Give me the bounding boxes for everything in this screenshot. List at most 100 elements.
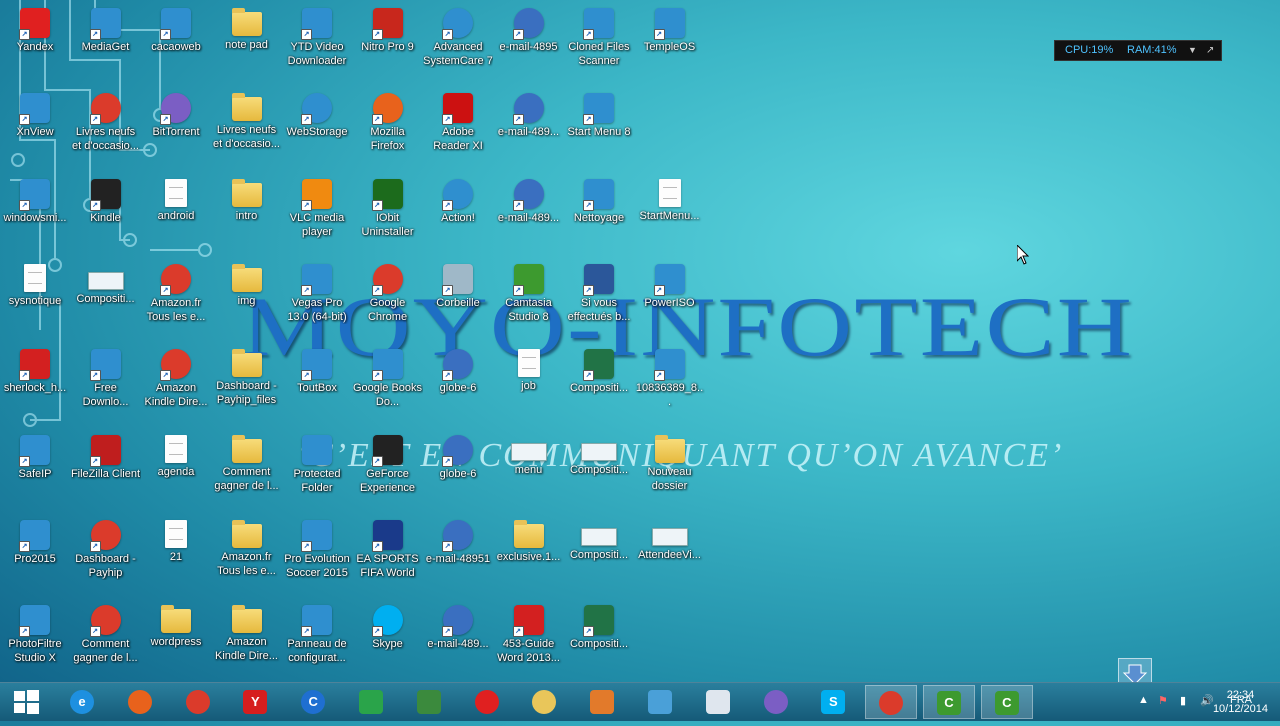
desktop-icon[interactable]: Nouveau dossier	[635, 431, 705, 513]
taskbar-app-button[interactable]	[692, 685, 744, 719]
desktop-icon[interactable]: Amazon.fr Tous les e...	[212, 516, 282, 598]
desktop-icon[interactable]: ↗ Mozilla Firefox	[353, 89, 423, 171]
taskbar-app-button[interactable]	[518, 685, 570, 719]
desktop-icon[interactable]: intro	[212, 175, 282, 257]
desktop-icon[interactable]: ↗ e-mail-48951	[423, 516, 493, 598]
desktop-icon[interactable]: ↗ e-mail-489...	[494, 89, 564, 171]
desktop-icon[interactable]: menu	[494, 431, 564, 513]
desktop-icon[interactable]: note pad	[212, 4, 282, 86]
desktop-icon[interactable]: ↗ Cloned Files Scanner	[564, 4, 634, 86]
desktop-icon[interactable]: ↗ MediaGet	[71, 4, 141, 86]
desktop-icon[interactable]: Protected Folder	[282, 431, 352, 513]
desktop-icon[interactable]: ↗ globe-6	[423, 431, 493, 513]
desktop-icon[interactable]: Compositi...	[564, 431, 634, 513]
desktop-icon[interactable]: ↗ PhotoFiltre Studio X	[0, 601, 70, 682]
desktop-icon[interactable]: ↗ cacaoweb	[141, 4, 211, 86]
desktop-icon[interactable]: ↗ Kindle	[71, 175, 141, 257]
desktop-icon[interactable]: ↗ TempleOS	[635, 4, 705, 86]
clock[interactable]: 22:34 10/12/2014	[1213, 688, 1268, 716]
desktop-icon[interactable]: job	[494, 345, 564, 427]
desktop-icon[interactable]: StartMenu...	[635, 175, 705, 257]
desktop-icon[interactable]: ↗ e-mail-489...	[494, 175, 564, 257]
taskbar-app-button[interactable]	[865, 685, 918, 719]
desktop-icon[interactable]: exclusive.1...	[494, 516, 564, 598]
taskbar-app-button[interactable]: C	[980, 685, 1033, 719]
desktop-icon[interactable]: ↗ PowerISO	[635, 260, 705, 342]
desktop-icon[interactable]: 21	[141, 516, 211, 598]
taskbar-app-button[interactable]: e	[56, 685, 108, 719]
desktop-icon[interactable]: ↗ sherlock_h...	[0, 345, 70, 427]
desktop-icon[interactable]: android	[141, 175, 211, 257]
desktop-icon[interactable]: ↗ 10836389_8...	[635, 345, 705, 427]
desktop-icon[interactable]: ↗ Dashboard - Payhip	[71, 516, 141, 598]
desktop-icon[interactable]: ↗ Compositi...	[564, 345, 634, 427]
desktop-icon[interactable]: ↗ YTD Video Downloader	[282, 4, 352, 86]
desktop-icon[interactable]: ↗ IObit Uninstaller	[353, 175, 423, 257]
desktop-icon[interactable]: img	[212, 260, 282, 342]
desktop-icon[interactable]: ↗ Google Books Do...	[353, 345, 423, 427]
flag-icon[interactable]: ⚑	[1158, 694, 1168, 707]
start-button[interactable]	[0, 683, 52, 721]
taskbar-app-button[interactable]	[403, 685, 455, 719]
desktop-icon[interactable]: ↗ GeForce Experience	[353, 431, 423, 513]
desktop-icon[interactable]: Dashboard - Payhip_files	[212, 345, 282, 427]
desktop-icon[interactable]: agenda	[141, 431, 211, 513]
volume-icon[interactable]: 🔊	[1200, 694, 1214, 707]
taskbar-app-button[interactable]: S	[807, 685, 859, 719]
desktop-icon[interactable]: Comment gagner de l...	[212, 431, 282, 513]
desktop-icon[interactable]: ↗ globe-6	[423, 345, 493, 427]
desktop-icon[interactable]: ↗ Vegas Pro 13.0 (64-bit)	[282, 260, 352, 342]
show-hidden-icons-icon[interactable]: ▲	[1138, 694, 1149, 706]
desktop-icon[interactable]: Amazon Kindle Dire...	[212, 601, 282, 682]
desktop-icon[interactable]: ↗ FileZilla Client	[71, 431, 141, 513]
desktop-icon[interactable]: ↗ Amazon Kindle Dire...	[141, 345, 211, 427]
desktop-icon[interactable]: ↗ Free Downlo...	[71, 345, 141, 427]
desktop-icon[interactable]: ↗ Camtasia Studio 8	[494, 260, 564, 342]
desktop-icon[interactable]: ↗ VLC media player	[282, 175, 352, 257]
desktop-icon[interactable]: ↗ Comment gagner de l...	[71, 601, 141, 682]
network-signal-icon[interactable]: ▮	[1180, 694, 1186, 707]
taskbar-app-button[interactable]: C	[923, 685, 975, 719]
desktop-icon[interactable]: ↗ Livres neufs et d'occasio...	[71, 89, 141, 171]
desktop-icon[interactable]: ↗ Start Menu 8	[564, 89, 634, 171]
desktop-icon[interactable]: wordpress	[141, 601, 211, 682]
desktop-icon[interactable]: ↗ Pro Evolution Soccer 2015	[282, 516, 352, 598]
taskbar-app-button[interactable]	[114, 685, 166, 719]
desktop-icon[interactable]: Compositi...	[71, 260, 141, 342]
desktop-icon[interactable]: sysnotique	[0, 260, 70, 342]
desktop-icon[interactable]: ↗ windowsmi...	[0, 175, 70, 257]
desktop-icon[interactable]: ↗ e-mail-489...	[423, 601, 493, 682]
taskbar-app-button[interactable]	[172, 685, 224, 719]
desktop-icon[interactable]: ↗ Nettoyage	[564, 175, 634, 257]
taskbar-app-button[interactable]: Y	[229, 685, 281, 719]
desktop-icon[interactable]: Livres neufs et d'occasio...	[212, 89, 282, 171]
desktop-icon[interactable]: ↗ EA SPORTS FIFA World	[353, 516, 423, 598]
desktop-icon[interactable]: ↗ XnView	[0, 89, 70, 171]
system-monitor-widget[interactable]: CPU:19% RAM:41% ▼ ↗	[1054, 40, 1222, 61]
desktop-icon[interactable]: ↗ SafeIP	[0, 431, 70, 513]
dropdown-arrow-icon[interactable]: ▼	[1188, 41, 1197, 60]
desktop-icon[interactable]: ↗ Nitro Pro 9	[353, 4, 423, 86]
taskbar-app-button[interactable]	[634, 685, 686, 719]
desktop-icon[interactable]: ↗ Google Chrome	[353, 260, 423, 342]
desktop-icon[interactable]: ↗ Action!	[423, 175, 493, 257]
desktop-icon[interactable]: AttendeeVi...	[635, 516, 705, 598]
desktop-icon[interactable]: ↗ Pro2015	[0, 516, 70, 598]
desktop-icon[interactable]: ↗ WebStorage	[282, 89, 352, 171]
desktop-icon[interactable]: ↗ Yandex	[0, 4, 70, 86]
desktop-icon[interactable]: Compositi...	[564, 516, 634, 598]
desktop-icon[interactable]: ↗ Amazon.fr Tous les e...	[141, 260, 211, 342]
taskbar-app-button[interactable]	[750, 685, 802, 719]
desktop-icon[interactable]: ↗ Compositi...	[564, 601, 634, 682]
taskbar-app-button[interactable]	[461, 685, 513, 719]
desktop-icon[interactable]: ↗ Panneau de configurat...	[282, 601, 352, 682]
desktop-icon[interactable]: ↗ ToutBox	[282, 345, 352, 427]
expand-icon[interactable]: ↗	[1206, 41, 1214, 60]
desktop-icon[interactable]: ↗ BitTorrent	[141, 89, 211, 171]
desktop-icon[interactable]: ↗ e-mail-4895	[494, 4, 564, 86]
desktop[interactable]: MOYO-INFOTECH ‘C’EST EN COMMUNIQUANT QU’…	[0, 0, 1280, 682]
desktop-icon[interactable]: ↗ Adobe Reader XI	[423, 89, 493, 171]
desktop-icon[interactable]: ↗ Skype	[353, 601, 423, 682]
taskbar-app-button[interactable]: C	[287, 685, 339, 719]
taskbar-app-button[interactable]	[345, 685, 397, 719]
